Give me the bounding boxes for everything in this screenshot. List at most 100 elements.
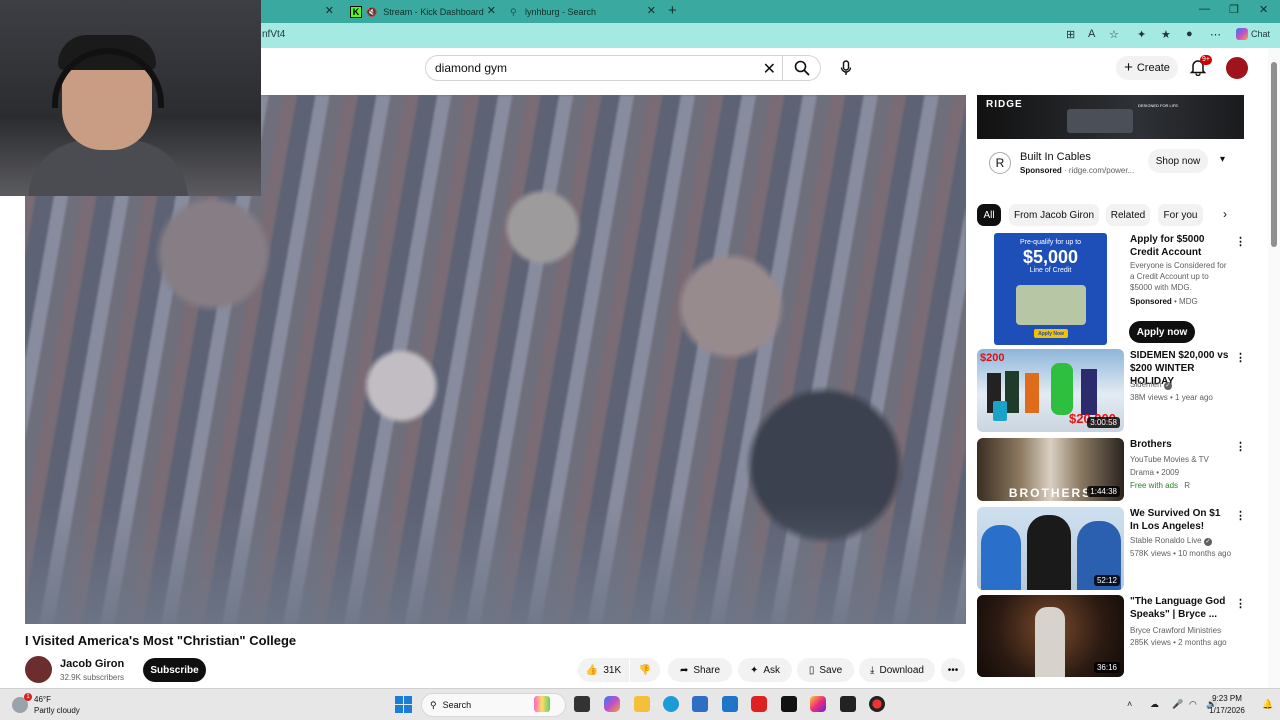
close-window-button[interactable]: ✕ — [1259, 3, 1268, 16]
channel-name[interactable]: Jacob Giron — [60, 658, 124, 670]
tray-chevron-icon[interactable]: ˄ — [1127, 699, 1132, 709]
recommended-video[interactable]: 52:12 We Survived On $1 In Los Angeles! … — [977, 507, 1252, 590]
ad-banner[interactable]: RIDGE DESIGNED FOR LIFE. — [977, 95, 1244, 139]
save-button[interactable]: ▯ Save — [797, 658, 854, 682]
more-vertical-icon[interactable]: ⋮ — [1235, 440, 1246, 453]
ad-title[interactable]: Built In Cables — [1020, 151, 1091, 163]
video-thumbnail[interactable]: 52:12 — [977, 507, 1124, 590]
tab-youtube[interactable]: ✕ — [262, 3, 340, 21]
more-actions-button[interactable]: ••• — [941, 658, 965, 682]
item-title[interactable]: Apply for $5000 Credit Account — [1130, 233, 1232, 259]
edge-browser-icon[interactable] — [663, 696, 679, 712]
copilot-app-icon[interactable] — [604, 696, 620, 712]
page-scrollbar[interactable] — [1268, 48, 1280, 688]
clear-search-icon[interactable]: ✕ — [763, 59, 776, 79]
store-icon[interactable] — [692, 696, 708, 712]
shop-now-button[interactable]: Shop now — [1148, 149, 1208, 173]
search-input[interactable] — [435, 61, 755, 75]
epic-games-icon[interactable] — [840, 696, 856, 712]
video-title[interactable]: Brothers — [1130, 438, 1232, 451]
chevron-down-icon[interactable]: ▾ — [1220, 154, 1225, 165]
video-title[interactable]: "The Language God Speaks" | Bryce ... — [1130, 595, 1232, 621]
chip-all[interactable]: All — [977, 204, 1001, 226]
subscribe-button[interactable]: Subscribe — [143, 658, 206, 682]
chip-related[interactable]: Related — [1106, 204, 1150, 226]
dislike-button[interactable]: 👎 — [630, 658, 660, 682]
recommended-video[interactable]: $200 $20,000 3:00:58 SIDEMEN $20,000 vs … — [977, 349, 1252, 432]
create-button[interactable]: + Create — [1116, 56, 1178, 80]
channel-avatar[interactable] — [25, 656, 52, 683]
clock-date: 1/17/2026 — [1209, 706, 1245, 715]
favorite-star-icon[interactable]: ☆ — [1109, 28, 1119, 41]
ad-banner-tagline: DESIGNED FOR LIFE. — [1138, 103, 1180, 108]
close-tab-icon[interactable]: ✕ — [487, 4, 496, 17]
wifi-icon[interactable]: ◠ — [1189, 699, 1197, 710]
task-view-icon[interactable] — [574, 696, 590, 712]
share-button[interactable]: ➦ Share — [668, 658, 732, 682]
netflix-icon[interactable] — [781, 696, 797, 712]
favorites-icon[interactable]: ★ — [1161, 28, 1171, 41]
url-text[interactable]: nfVt4 — [262, 29, 285, 40]
chevron-right-icon[interactable]: › — [1223, 207, 1227, 221]
webcam-overlay — [0, 0, 261, 196]
ad-card[interactable]: R Built In Cables Sponsored · ridge.com/… — [977, 139, 1244, 187]
restore-button[interactable]: ❐ — [1229, 3, 1239, 16]
more-vertical-icon[interactable]: ⋮ — [1235, 351, 1246, 364]
widgets-icon[interactable] — [534, 696, 550, 712]
tab-kick-dashboard[interactable]: K 🔇 Stream - Kick Dashboard ✕ — [344, 3, 502, 21]
close-tab-icon[interactable]: ✕ — [325, 4, 334, 17]
profile-icon[interactable]: ● — [1186, 28, 1193, 40]
instagram-icon[interactable] — [810, 696, 826, 712]
minimize-button[interactable]: — — [1199, 3, 1210, 15]
sponsored-thumbnail[interactable]: Pre-qualify for up to $5,000 Line of Cre… — [994, 233, 1107, 345]
channel-name[interactable]: Sidemen ✓ — [1130, 379, 1172, 390]
chip-for-you[interactable]: For you — [1158, 204, 1203, 226]
channel-name[interactable]: Stable Ronaldo Live ✓ — [1130, 535, 1212, 546]
app-install-icon[interactable]: ⊞ — [1066, 28, 1075, 41]
more-menu-icon[interactable]: ⋯ — [1210, 28, 1221, 41]
user-avatar[interactable] — [1226, 57, 1248, 79]
voice-search-button[interactable] — [832, 55, 860, 81]
apply-now-button[interactable]: Apply now — [1129, 321, 1195, 343]
notification-bell-icon[interactable]: 🔔 — [1262, 699, 1273, 710]
video-thumbnail[interactable]: BROTHERS 1:44:38 — [977, 438, 1124, 501]
more-vertical-icon[interactable]: ⋮ — [1235, 235, 1246, 248]
video-title[interactable]: We Survived On $1 In Los Angeles! — [1130, 507, 1232, 533]
more-vertical-icon[interactable]: ⋮ — [1235, 509, 1246, 522]
recommended-video[interactable]: 36:16 "The Language God Speaks" | Bryce … — [977, 595, 1252, 677]
windows-start-icon[interactable] — [395, 696, 412, 713]
file-explorer-icon[interactable] — [634, 696, 650, 712]
sponsored-item[interactable]: Pre-qualify for up to $5,000 Line of Cre… — [977, 233, 1252, 345]
muted-audio-icon[interactable]: 🔇 — [366, 7, 377, 18]
channel-name[interactable]: Bryce Crawford Ministries — [1130, 625, 1221, 636]
copilot-chat-button[interactable]: Chat — [1236, 28, 1270, 40]
video-thumbnail[interactable]: 36:16 — [977, 595, 1124, 677]
chip-from-channel[interactable]: From Jacob Giron — [1009, 204, 1099, 226]
search-box[interactable]: ✕ — [425, 55, 783, 81]
new-tab-button[interactable]: + — [668, 2, 677, 19]
tab-search[interactable]: ⚲ lynhburg - Search ✕ — [504, 3, 662, 21]
ask-button[interactable]: ✦ Ask — [738, 658, 792, 682]
more-vertical-icon[interactable]: ⋮ — [1235, 597, 1246, 610]
tab-label: lynhburg - Search — [525, 7, 597, 17]
obs-icon[interactable] — [869, 696, 885, 712]
ad-banner-brand: RIDGE — [986, 99, 1023, 110]
rating-badge: R — [1184, 481, 1191, 490]
close-tab-icon[interactable]: ✕ — [647, 4, 656, 17]
video-thumbnail[interactable]: $200 $20,000 3:00:58 — [977, 349, 1124, 432]
scrollbar-thumb[interactable] — [1271, 62, 1277, 247]
read-aloud-icon[interactable]: A — [1088, 28, 1095, 40]
channel-name[interactable]: YouTube Movies & TV — [1130, 454, 1209, 465]
download-button[interactable]: ⤓ Download — [859, 658, 935, 682]
item-sponsor: Sponsored • MDG — [1130, 297, 1198, 306]
microphone-tray-icon[interactable]: 🎤 — [1172, 699, 1183, 710]
like-button[interactable]: 👍 31K — [578, 658, 629, 682]
clock[interactable]: 9:23 PM 1/17/2026 — [1198, 693, 1256, 717]
recommended-movie[interactable]: BROTHERS 1:44:38 Brothers YouTube Movies… — [977, 438, 1252, 501]
onedrive-icon[interactable]: ☁ — [1150, 699, 1159, 710]
youtube-app-icon[interactable] — [751, 696, 767, 712]
notifications-button[interactable]: 9+ — [1189, 55, 1212, 78]
search-button[interactable] — [783, 55, 821, 81]
extension-icon[interactable]: ✦ — [1137, 28, 1146, 41]
mail-icon[interactable] — [722, 696, 738, 712]
